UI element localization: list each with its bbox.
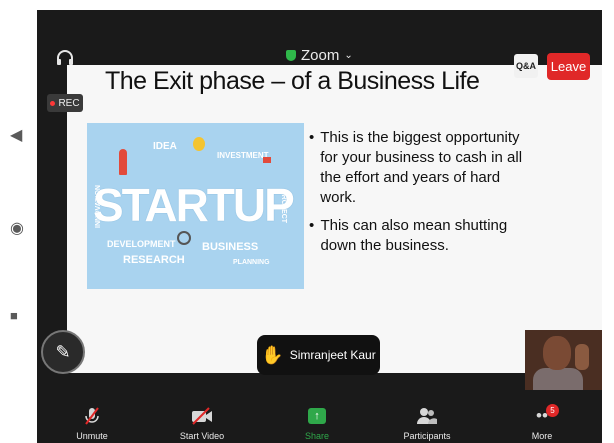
lightbulb-icon [193,137,205,151]
slide-title: The Exit phase – of a Business Life [105,67,480,95]
video-off-icon [191,406,213,426]
illustration-text-development: DEVELOPMENT [107,239,176,249]
unmute-label: Unmute [76,431,108,441]
right-edge [602,0,614,443]
illustration-text-startup: STARTUP [93,179,295,231]
start-video-button[interactable]: Start Video [167,394,237,443]
pen-icon: ✎ [55,341,71,362]
leave-button[interactable]: Leave [547,53,590,80]
bullet-item: • This can also mean shutting down the bu… [309,216,539,256]
zoom-window: The Exit phase – of a Business Life Zoom… [37,10,602,443]
flag-icon [263,157,271,163]
slide-bullets: • This is the biggest opportunity for you… [309,128,539,264]
recording-badge: REC [47,94,83,112]
microphone-muted-icon [84,406,100,426]
participant-face [543,336,571,370]
participants-button[interactable]: Participants [392,394,462,443]
qa-button[interactable]: Q&A [514,54,538,78]
bullet-text: This is the biggest opportunity for your… [320,129,523,206]
raised-hand-icon: ✋ [261,344,284,365]
start-video-label: Start Video [179,431,225,441]
home-nav-icon[interactable]: ◉ [10,218,24,238]
illustration-text-investment: INVESTMENT [217,151,269,160]
magnifier-icon [177,231,191,245]
rec-label: REC [58,97,80,109]
recents-nav-icon[interactable]: ■ [10,308,18,323]
startup-illustration: IDEA INVESTMENT INNOVATION PROJECT START… [87,123,304,289]
self-video-thumbnail[interactable] [525,330,602,390]
speaker-name: Simranjeet Kaur [289,348,376,362]
illustration-text-idea: IDEA [153,141,177,152]
bullet-item: • This is the biggest opportunity for you… [309,128,539,208]
app-name: Zoom [301,47,340,64]
android-nav-bar: ◀ ◉ ■ [0,0,37,443]
shield-icon [286,50,296,61]
share-screen-icon: ↑ [308,406,326,426]
participants-icon [416,406,438,426]
participant-hand [575,344,589,370]
rocket-icon [119,149,127,175]
share-button[interactable]: ↑ Share [282,394,352,443]
share-label: Share [304,431,330,441]
illustration-text-business: BUSINESS [202,241,259,253]
annotate-pen-button[interactable]: ✎ [41,330,85,374]
meeting-info-button[interactable]: Zoom ⌄ [286,47,353,64]
unmute-button[interactable]: Unmute [57,394,127,443]
meeting-toolbar: Unmute Start Video ↑ Share Participants … [37,394,602,443]
back-nav-icon[interactable]: ◀ [10,125,22,145]
headset-icon[interactable] [54,47,76,69]
active-speaker-label: ✋ Simranjeet Kaur [257,335,380,375]
more-label: More [531,431,553,441]
participant-body [533,368,583,390]
bullet-text: This can also mean shutting down the bus… [320,217,508,254]
chevron-down-icon: ⌄ [344,50,353,61]
participants-label: Participants [403,431,451,441]
illustration-text-planning: PLANNING [233,259,270,266]
record-dot-icon [50,100,56,106]
more-notification-badge: 5 [546,404,559,417]
more-button[interactable]: •• More 5 [507,394,577,443]
illustration-text-research: RESEARCH [123,254,185,266]
